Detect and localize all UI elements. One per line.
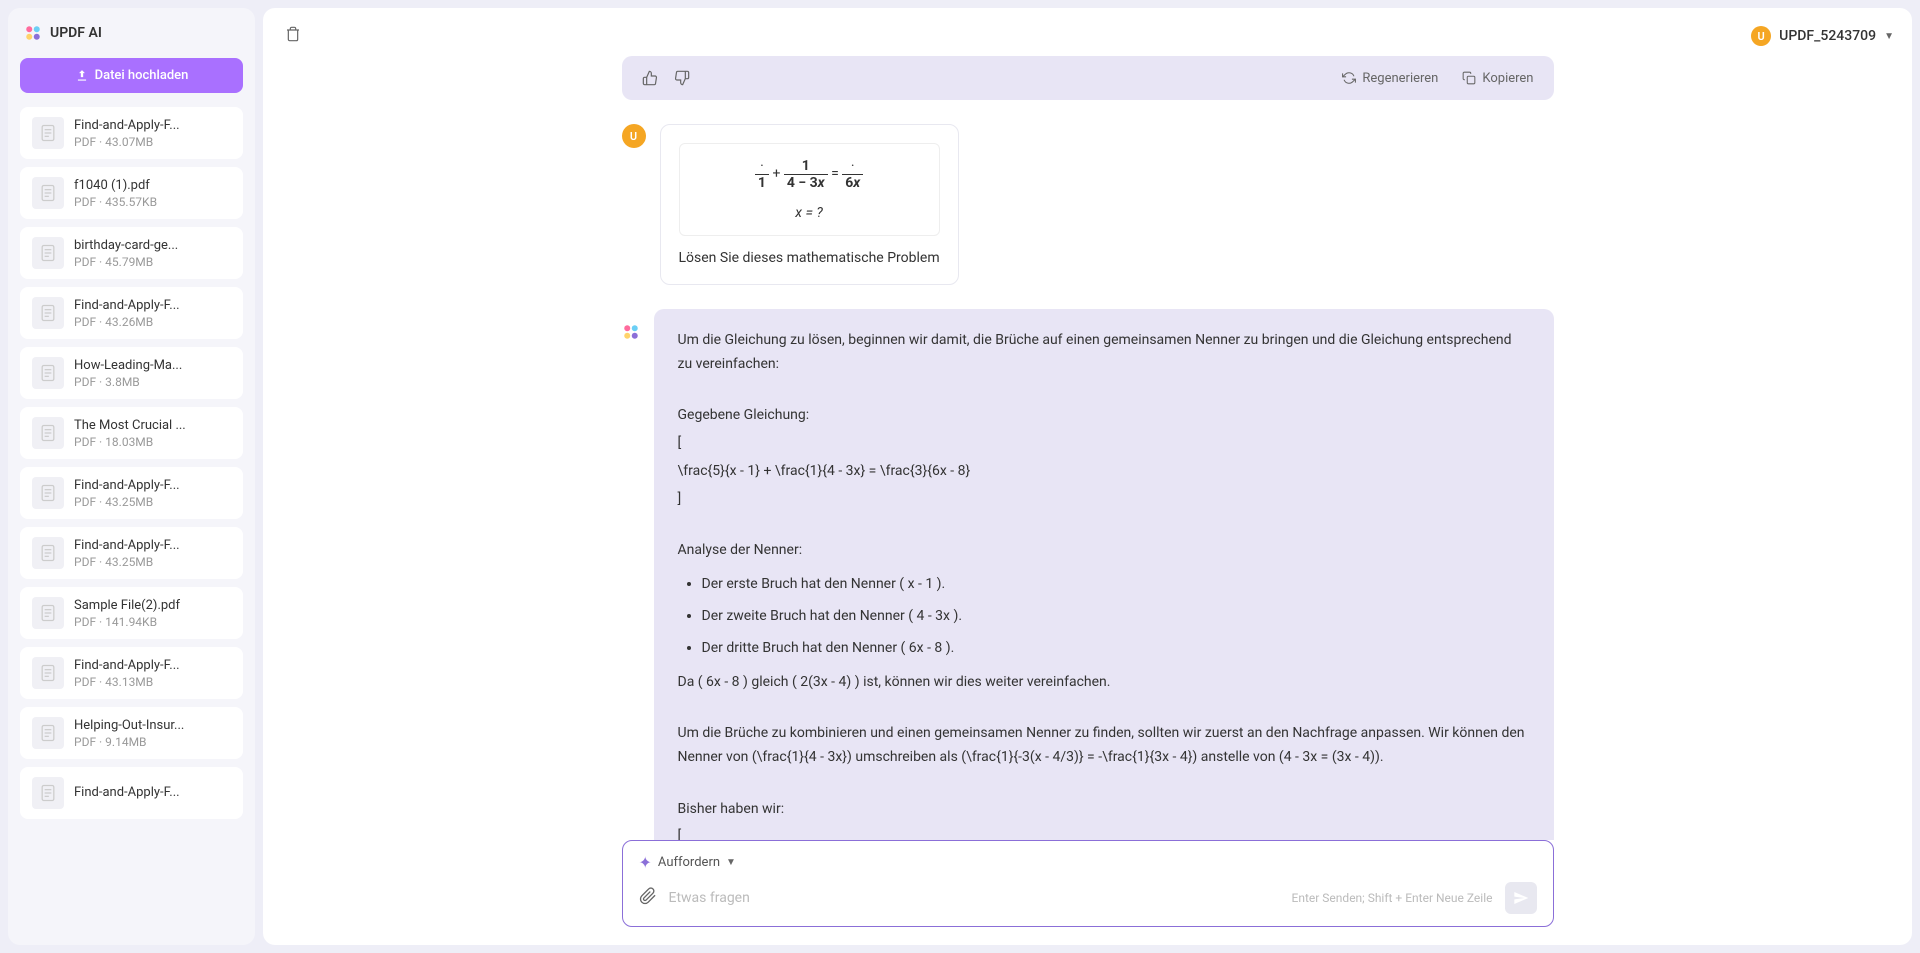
file-meta: PDF · 141.94KB [74, 615, 231, 629]
file-meta: PDF · 43.26MB [74, 315, 231, 329]
user-message: U ·1 + 14 − 3x = ·6x x = ? Lösen Sie die… [622, 124, 1554, 285]
file-item[interactable]: The Most Crucial ... PDF · 18.03MB [20, 407, 243, 459]
sidebar-header: UPDF AI [20, 20, 243, 46]
thumbs-down-button[interactable] [674, 70, 690, 86]
file-icon [32, 117, 64, 149]
file-meta: PDF · 435.57KB [74, 195, 231, 209]
regenerate-button[interactable]: Regenerieren [1342, 71, 1438, 86]
file-item[interactable]: birthday-card-ge... PDF · 45.79MB [20, 227, 243, 279]
sidebar: UPDF AI Datei hochladen Find-and-Apply-F… [8, 8, 255, 945]
thumbs-down-icon [674, 70, 690, 86]
file-name: Find-and-Apply-F... [74, 478, 231, 493]
file-list: Find-and-Apply-F... PDF · 43.07MB f1040 (… [20, 107, 243, 933]
file-name: How-Leading-Ma... [74, 358, 231, 373]
delete-button[interactable] [281, 22, 305, 50]
file-meta: PDF · 9.14MB [74, 735, 231, 749]
file-name: The Most Crucial ... [74, 418, 231, 433]
user-avatar: U [622, 124, 646, 148]
file-name: f1040 (1).pdf [74, 178, 231, 193]
file-name: Find-and-Apply-F... [74, 538, 231, 553]
file-icon [32, 657, 64, 689]
message-input[interactable] [669, 890, 1280, 906]
file-meta: PDF · 43.07MB [74, 135, 231, 149]
upload-button[interactable]: Datei hochladen [20, 58, 243, 93]
ai-content: Um die Gleichung zu lösen, beginnen wir … [654, 309, 1554, 840]
file-name: Find-and-Apply-F... [74, 298, 231, 313]
copy-icon [1462, 71, 1476, 85]
file-icon [32, 177, 64, 209]
file-meta: PDF · 3.8MB [74, 375, 231, 389]
thumbs-up-icon [642, 70, 658, 86]
file-name: Helping-Out-Insur... [74, 718, 231, 733]
file-meta: PDF · 43.25MB [74, 495, 231, 509]
send-icon [1513, 890, 1529, 906]
file-item[interactable]: Find-and-Apply-F... PDF · 43.13MB [20, 647, 243, 699]
file-meta: PDF · 43.13MB [74, 675, 231, 689]
ai-message: Um die Gleichung zu lösen, beginnen wir … [622, 309, 1554, 840]
thumbs-up-button[interactable] [642, 70, 658, 86]
file-icon [32, 597, 64, 629]
file-item[interactable]: f1040 (1).pdf PDF · 435.57KB [20, 167, 243, 219]
file-icon [32, 477, 64, 509]
file-icon [32, 777, 64, 809]
user-content: ·1 + 14 − 3x = ·6x x = ? Lösen Sie diese… [660, 124, 959, 285]
file-meta: PDF · 18.03MB [74, 435, 231, 449]
file-item[interactable]: Find-and-Apply-F... PDF · 43.25MB [20, 527, 243, 579]
upload-label: Datei hochladen [95, 68, 189, 83]
file-icon [32, 717, 64, 749]
file-item[interactable]: Find-and-Apply-F... PDF · 43.25MB [20, 467, 243, 519]
file-item[interactable]: How-Leading-Ma... PDF · 3.8MB [20, 347, 243, 399]
file-icon [32, 237, 64, 269]
top-bar: U UPDF_5243709 ▼ [281, 22, 1894, 50]
ai-avatar-icon [622, 323, 640, 341]
file-name: Find-and-Apply-F... [74, 785, 231, 800]
file-item[interactable]: Find-and-Apply-F... PDF · 43.07MB [20, 107, 243, 159]
file-icon [32, 357, 64, 389]
trash-icon [285, 26, 301, 42]
copy-button[interactable]: Kopieren [1462, 71, 1533, 86]
chat-container: Regenerieren Kopieren U ·1 + 14 − 3x = ·… [263, 8, 1912, 840]
file-name: birthday-card-ge... [74, 238, 231, 253]
file-icon [32, 297, 64, 329]
file-meta: PDF · 43.25MB [74, 555, 231, 569]
file-name: Find-and-Apply-F... [74, 658, 231, 673]
file-item[interactable]: Helping-Out-Insur... PDF · 9.14MB [20, 707, 243, 759]
file-item[interactable]: Find-and-Apply-F... [20, 767, 243, 819]
input-box: ✦ Auffordern ▼ Enter Senden; Shift + Ent… [622, 840, 1554, 927]
file-name: Sample File(2).pdf [74, 598, 231, 613]
user-text: Lösen Sie dieses mathematische Problem [679, 250, 940, 266]
prompt-selector[interactable]: ✦ Auffordern ▼ [639, 853, 1537, 872]
username: UPDF_5243709 [1779, 28, 1876, 44]
file-icon [32, 417, 64, 449]
file-name: Find-and-Apply-F... [74, 118, 231, 133]
input-hint: Enter Senden; Shift + Enter Neue Zeile [1292, 891, 1493, 905]
send-button[interactable] [1505, 882, 1537, 914]
file-meta: PDF · 45.79MB [74, 255, 231, 269]
input-area: ✦ Auffordern ▼ Enter Senden; Shift + Ent… [263, 840, 1912, 945]
paperclip-icon [639, 887, 657, 905]
sparkle-icon: ✦ [639, 853, 652, 872]
chevron-down-icon: ▼ [726, 857, 736, 868]
prompt-label: Auffordern [658, 855, 720, 870]
upload-icon [75, 69, 89, 83]
refresh-icon [1342, 71, 1356, 85]
attach-button[interactable] [639, 887, 657, 909]
feedback-bar: Regenerieren Kopieren [622, 56, 1554, 100]
chevron-down-icon: ▼ [1884, 31, 1894, 42]
file-icon [32, 537, 64, 569]
file-item[interactable]: Find-and-Apply-F... PDF · 43.26MB [20, 287, 243, 339]
user-menu[interactable]: U UPDF_5243709 ▼ [1751, 26, 1894, 46]
math-equation-image: ·1 + 14 − 3x = ·6x x = ? [679, 143, 940, 236]
avatar: U [1751, 26, 1771, 46]
app-logo-icon [24, 24, 42, 42]
app-title: UPDF AI [50, 25, 102, 41]
file-item[interactable]: Sample File(2).pdf PDF · 141.94KB [20, 587, 243, 639]
main-panel: U UPDF_5243709 ▼ Regenerieren Kopieren U [263, 8, 1912, 945]
